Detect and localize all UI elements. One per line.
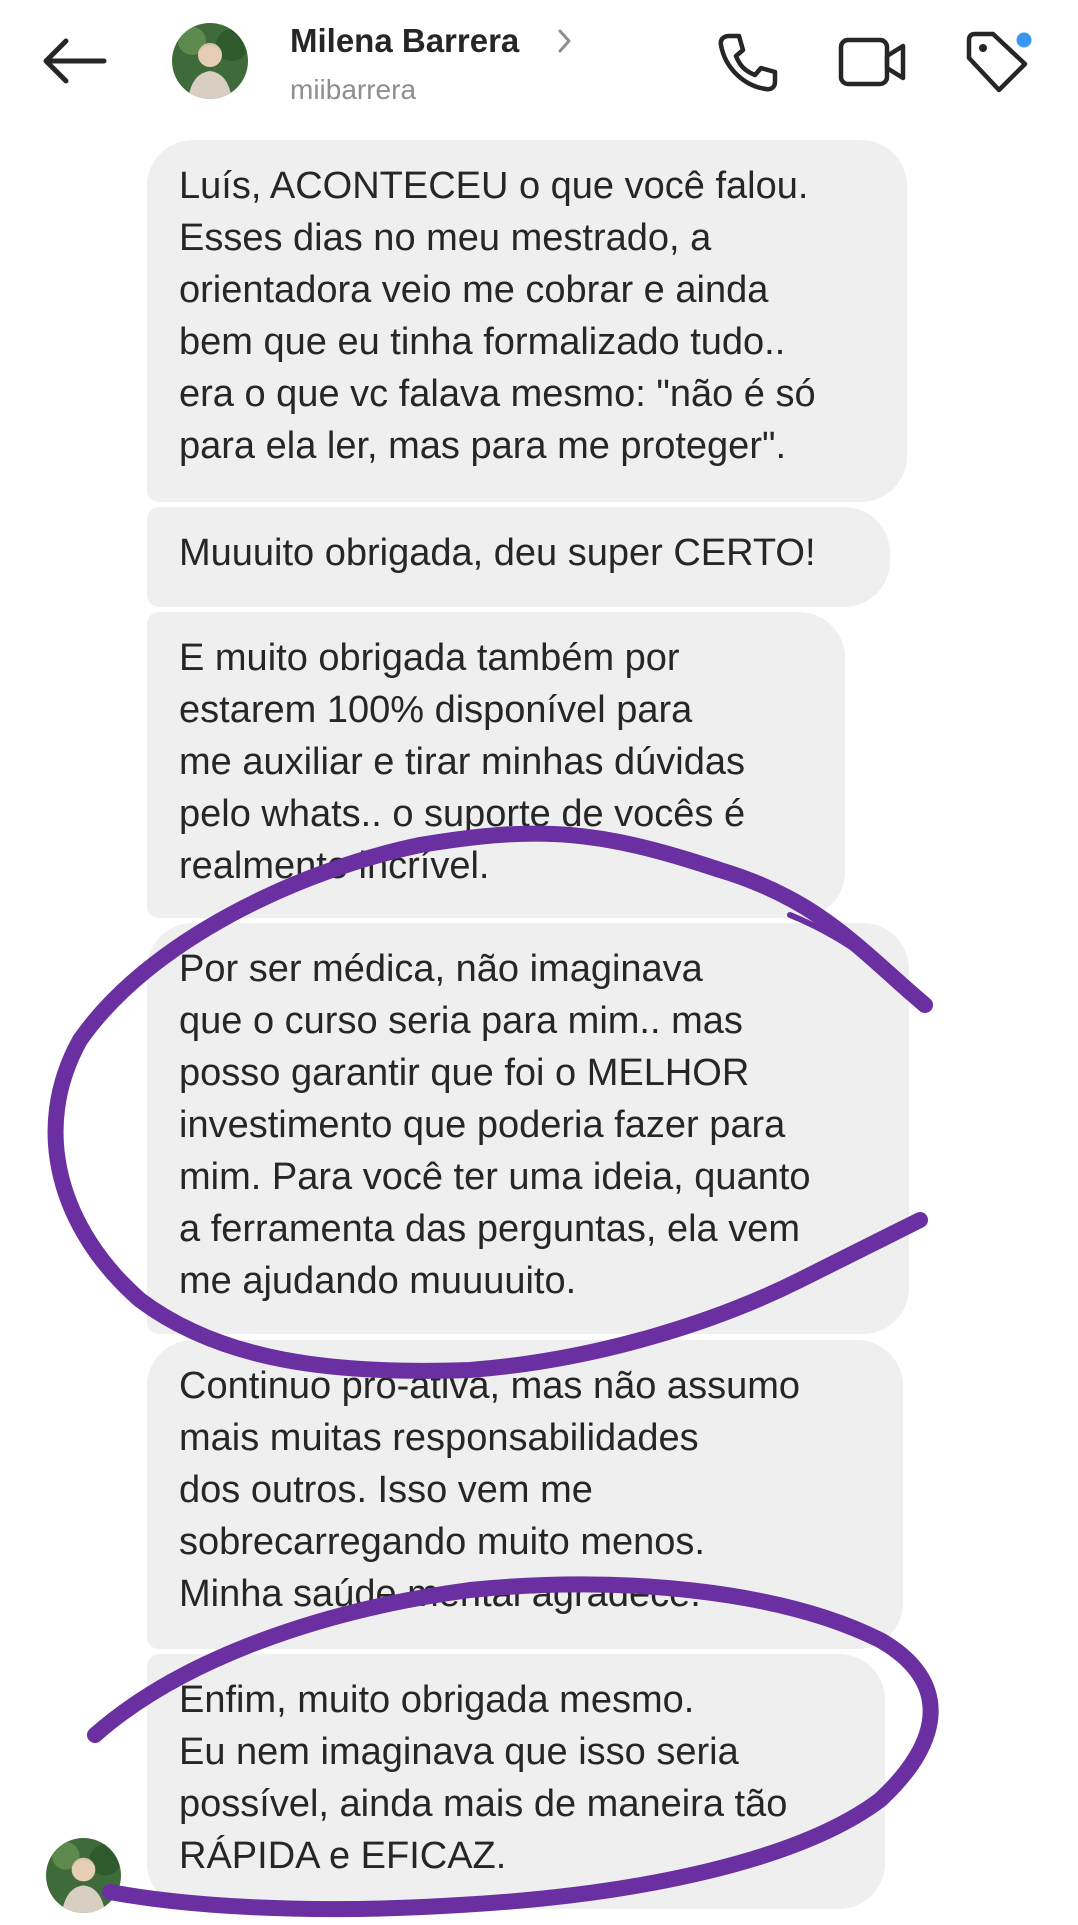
avatar-photo [46,1838,121,1913]
message-bubble[interactable]: E muito obrigada também por estarem 100%… [147,612,845,918]
sender-avatar[interactable] [46,1838,121,1913]
message-thread: Luís, ACONTECEU o que você falou. Esses … [0,0,1078,1925]
message-bubble[interactable]: Continuo pró-ativa, mas não assumo mais … [147,1340,903,1649]
message-bubble[interactable]: Por ser médica, não imaginava que o curs… [147,923,909,1334]
message-bubble[interactable]: Enfim, muito obrigada mesmo. Eu nem imag… [147,1654,885,1909]
message-bubble[interactable]: Muuuito obrigada, deu super CERTO! [147,507,890,607]
message-bubble[interactable]: Luís, ACONTECEU o que você falou. Esses … [147,140,907,502]
